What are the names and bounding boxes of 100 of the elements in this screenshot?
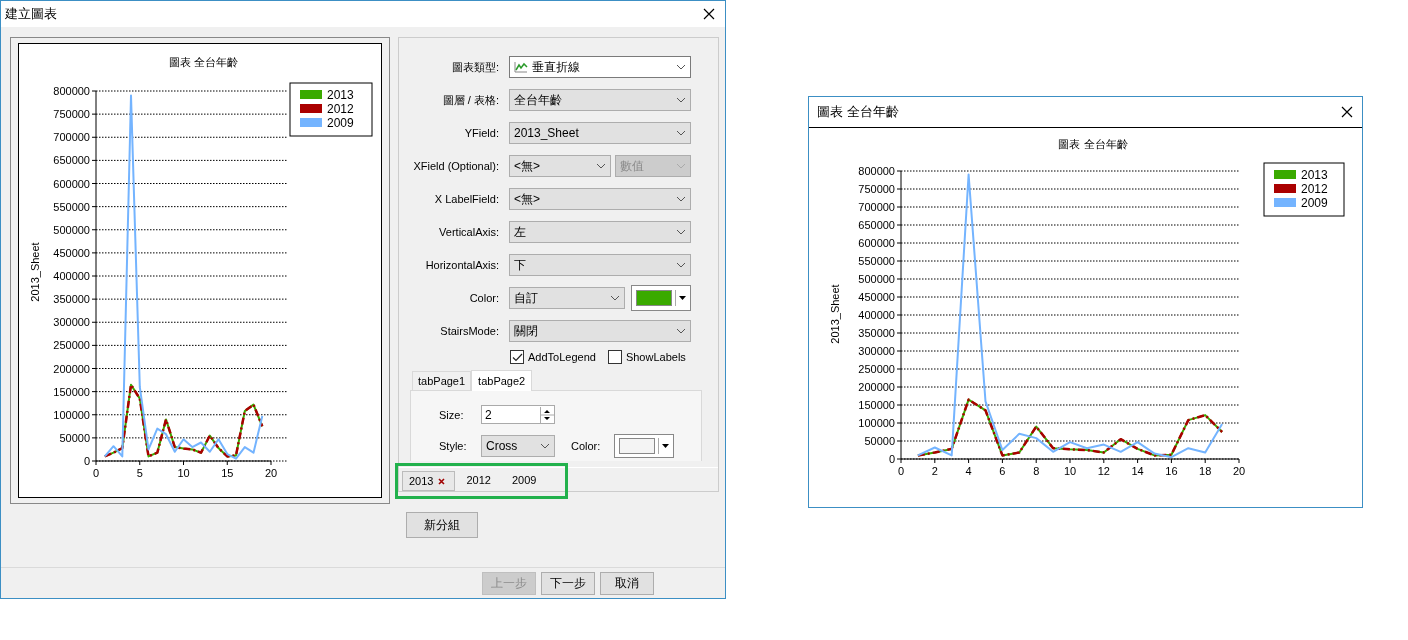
tick-label: 0: [888, 453, 895, 465]
chevron-down-icon: [676, 229, 686, 235]
tick-label: 10: [1063, 465, 1077, 477]
tick-label: 250000: [53, 339, 90, 352]
dropdown[interactable]: 垂直折線: [509, 56, 691, 78]
chevron-down-icon: [676, 196, 686, 202]
close-icon[interactable]: [1341, 106, 1353, 118]
dropdown[interactable]: 左: [509, 221, 691, 243]
tick-label: 450000: [858, 291, 895, 303]
tick-label: 6: [999, 465, 1006, 477]
series-tab[interactable]: 2013: [402, 471, 456, 491]
dropdown[interactable]: <無>: [509, 155, 611, 177]
checkbox[interactable]: AddToLegend: [510, 350, 596, 364]
tick-label: 550000: [858, 255, 895, 267]
spinner-arrows-icon[interactable]: [540, 406, 554, 423]
tick-label: 700000: [858, 201, 895, 213]
color-picker[interactable]: [614, 434, 675, 458]
checkbox[interactable]: ShowLabels: [607, 350, 686, 364]
chevron-down-icon: [676, 163, 686, 169]
chevron-down-icon: [540, 443, 550, 449]
tick-label: 4: [965, 465, 972, 477]
window-title: 建立圖表: [5, 5, 57, 23]
tick-label: 10: [177, 467, 190, 479]
dropdown[interactable]: 2013_Sheet: [509, 122, 691, 144]
tick-label: 400000: [858, 309, 895, 321]
line-chart-icon: [514, 61, 528, 73]
tick-label: 800000: [858, 165, 895, 177]
field-label: Size:: [439, 408, 465, 421]
tick-label: 200000: [53, 362, 90, 375]
chevron-down-icon: [610, 295, 620, 301]
tick-label: 2: [931, 465, 938, 477]
tick-label: 350000: [53, 293, 90, 306]
dropdown[interactable]: 下: [509, 254, 691, 276]
field-label: XField (Optional):: [412, 160, 500, 172]
checkmark-icon: [511, 352, 523, 362]
field-label: Color:: [468, 292, 500, 304]
dropdown[interactable]: 全台年齡: [509, 89, 691, 111]
tick-label: 400000: [53, 270, 90, 282]
tick-label: 450000: [53, 246, 90, 259]
dropdown[interactable]: Cross: [481, 435, 555, 457]
chevron-down-icon: [676, 262, 686, 268]
field-label: X LabelField:: [433, 193, 500, 205]
tick-label: 20: [1232, 465, 1246, 477]
chevron-down-icon: [596, 163, 606, 169]
legend-label: 2012: [327, 102, 354, 116]
tick-label: 500000: [858, 273, 895, 285]
chart-title: 圖表 全台年齡: [168, 56, 239, 68]
series-tab[interactable]: 2012: [459, 468, 501, 491]
caret-down-icon: [679, 296, 686, 300]
tab[interactable]: tabPage2: [471, 370, 533, 391]
footer-button[interactable]: 取消: [600, 571, 654, 595]
dropdown[interactable]: <無>: [509, 188, 691, 210]
tick-label: 5: [136, 467, 143, 479]
tick-label: 0: [83, 455, 90, 467]
field-label: 圖表類型:: [450, 59, 500, 75]
legend-label: 2013: [327, 88, 354, 102]
chevron-down-icon: [676, 130, 686, 136]
field-label: StairsMode:: [439, 325, 500, 337]
tick-label: 800000: [53, 85, 90, 97]
tab[interactable]: tabPage1: [412, 371, 472, 390]
tick-label: 750000: [858, 183, 895, 195]
color-picker[interactable]: [631, 285, 691, 311]
tick-label: 20: [264, 467, 278, 479]
tick-label: 18: [1199, 465, 1212, 477]
legend-label: 2013: [1301, 168, 1328, 182]
tick-label: 14: [1131, 465, 1144, 477]
field-label: YField:: [463, 127, 500, 139]
close-icon[interactable]: [438, 477, 446, 485]
tick-label: 250000: [858, 363, 895, 375]
new-group-button[interactable]: 新分組: [406, 512, 478, 538]
close-icon[interactable]: [703, 8, 715, 20]
dropdown[interactable]: 關閉: [509, 320, 691, 342]
caret-down-icon: [662, 444, 670, 448]
footer-button[interactable]: 下一步: [541, 571, 595, 595]
tick-label: 350000: [858, 327, 895, 339]
series-tab[interactable]: 2009: [504, 468, 547, 491]
tick-label: 0: [897, 465, 905, 477]
tick-label: 500000: [53, 223, 90, 236]
tick-label: 300000: [53, 316, 90, 329]
field-label: Color:: [571, 440, 601, 452]
tick-label: 750000: [53, 108, 90, 121]
field-label: Style:: [439, 440, 468, 452]
field-label: HorizontalAxis:: [424, 259, 500, 271]
chevron-down-icon: [676, 328, 686, 334]
axis-label: 2013_Sheet: [29, 242, 41, 302]
number-field[interactable]: 2: [481, 405, 555, 424]
checkbox-square[interactable]: [607, 350, 622, 364]
checkbox-square[interactable]: [510, 350, 524, 364]
tick-label: 12: [1097, 465, 1110, 477]
dropdown[interactable]: 自訂: [509, 287, 625, 309]
tick-label: 650000: [53, 154, 90, 167]
tick-label: 600000: [53, 177, 90, 190]
field-label: 圖層 / 表格:: [441, 92, 500, 108]
tick-label: 100000: [53, 408, 90, 421]
tick-label: 600000: [858, 237, 895, 249]
tick-label: 16: [1165, 465, 1178, 477]
tick-label: 700000: [53, 131, 90, 144]
window-title: 圖表 全台年齡: [817, 103, 899, 121]
tick-label: 300000: [858, 345, 895, 357]
tick-label: 0: [92, 467, 100, 479]
